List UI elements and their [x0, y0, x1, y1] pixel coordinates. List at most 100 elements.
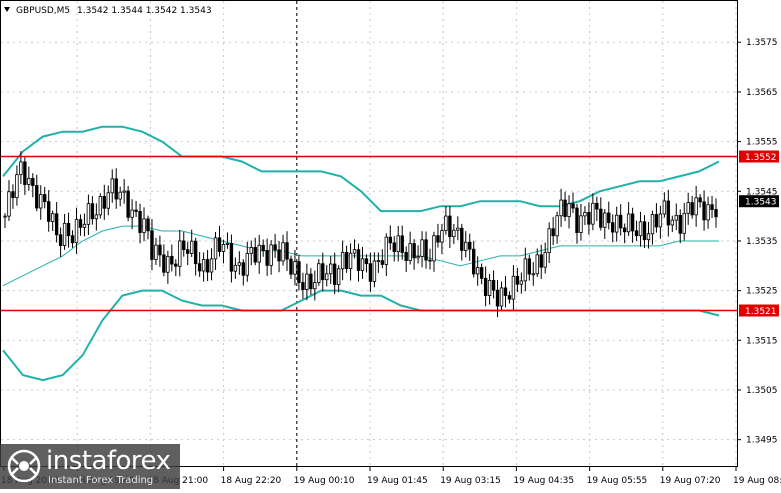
candle-body	[174, 263, 178, 267]
candle-body	[130, 209, 134, 218]
candle-body	[571, 203, 575, 209]
candle-body	[384, 236, 389, 265]
candle-body	[281, 242, 285, 262]
candle-body	[634, 230, 639, 237]
candle-body	[265, 250, 269, 266]
candle-body	[118, 191, 122, 200]
candle-body	[539, 254, 543, 268]
candle-body	[162, 254, 166, 273]
candle-body	[607, 212, 611, 224]
candle-body	[237, 262, 242, 266]
candle-body	[555, 215, 559, 237]
x-tick-label: 19 Aug 08:40	[733, 476, 781, 486]
chart-svg[interactable]: 1.35521.3521 1.35751.35651.35551.35451.3…	[0, 0, 781, 489]
symbol-label: GBPUSD,M5	[16, 6, 70, 16]
candle-body	[468, 241, 472, 250]
x-tick-label: 19 Aug 07:20	[660, 476, 721, 486]
candle-body	[523, 258, 528, 282]
candle-body	[702, 201, 706, 221]
candle-body	[638, 221, 643, 237]
candle-body	[134, 209, 138, 212]
candle-body	[301, 282, 305, 291]
candle-body	[364, 258, 369, 265]
candle-body	[583, 212, 587, 217]
candle-body	[380, 260, 385, 265]
candle-body	[515, 275, 520, 285]
x-tick-label: 19 Aug 00:10	[294, 476, 355, 486]
candle-body	[352, 249, 357, 254]
candle-body	[483, 277, 488, 296]
candle-body	[70, 235, 75, 244]
price-axis: 1.35751.35651.35551.35451.35351.35251.35…	[737, 38, 779, 446]
level-tag-label: 1.3521	[745, 307, 777, 317]
candle-body	[126, 190, 130, 218]
candle-body	[150, 230, 154, 260]
candle-body	[630, 213, 635, 232]
candle-body	[658, 213, 663, 228]
candle-body	[54, 213, 59, 236]
y-tick-label: 1.3505	[746, 386, 778, 396]
candle-body	[356, 249, 361, 271]
candle-body	[591, 202, 595, 225]
candle-body	[186, 249, 190, 254]
candle-body	[650, 214, 655, 235]
candle-body	[146, 218, 150, 232]
candle-body	[189, 240, 194, 254]
candle-body	[551, 228, 555, 237]
price-chart[interactable]: 1.3552 1.3521 1.3575 1.3565 1.3555 1.3545 1.3…	[0, 0, 781, 489]
candle-body	[257, 244, 261, 263]
candle-body	[277, 249, 281, 262]
candle-body	[78, 219, 83, 228]
candle-body	[3, 215, 7, 218]
candle-body	[507, 295, 512, 300]
candle-body	[424, 239, 428, 261]
candle-body	[245, 253, 249, 276]
candle-body	[579, 215, 583, 233]
candle-body	[491, 280, 496, 291]
candle-body	[499, 287, 504, 307]
candle-body	[225, 243, 230, 245]
candle-body	[531, 273, 535, 276]
candle-body	[98, 196, 103, 216]
candle-body	[396, 235, 400, 252]
candle-body	[305, 273, 309, 291]
candle-body	[348, 252, 353, 269]
chart-header: GBPUSD,M5 1.3542 1.3544 1.3542 1.3543	[4, 6, 212, 16]
candle-body	[50, 213, 55, 222]
candle-body	[285, 242, 289, 260]
candle-body	[31, 178, 35, 186]
candle-body	[563, 199, 567, 217]
current-price-label: 1.3543	[745, 198, 777, 208]
candle-body	[372, 260, 377, 282]
candle-body	[66, 222, 71, 237]
watermark: instaforex Instant Forex Trading	[0, 444, 180, 489]
candle-body	[587, 212, 591, 225]
candle-body	[698, 197, 702, 203]
candle-body	[642, 221, 647, 241]
candle-body	[213, 237, 218, 260]
candle-body	[686, 202, 690, 214]
x-tick-label: 19 Aug 03:15	[440, 476, 501, 486]
candle-body	[440, 230, 444, 243]
candle-body	[340, 251, 345, 270]
plot-frame	[0, 0, 738, 467]
candle-body	[154, 244, 158, 260]
candle-body	[448, 215, 452, 238]
y-tick-label: 1.3525	[746, 287, 778, 297]
candle-body	[261, 244, 265, 251]
candle-body	[436, 235, 440, 243]
candle-body	[511, 275, 516, 300]
y-tick-label: 1.3535	[746, 237, 778, 247]
candle-body	[253, 247, 257, 263]
instaforex-logo-icon	[7, 449, 41, 483]
candle-body	[233, 264, 238, 272]
candle-body	[360, 258, 365, 271]
candle-body	[420, 239, 424, 257]
candle-body	[178, 240, 182, 267]
candle-body	[475, 267, 480, 275]
watermark-tagline: Instant Forex Trading	[48, 475, 154, 486]
candle-body	[329, 263, 333, 275]
candle-body	[487, 280, 492, 296]
candle-body	[317, 263, 321, 283]
candle-body	[249, 247, 253, 254]
